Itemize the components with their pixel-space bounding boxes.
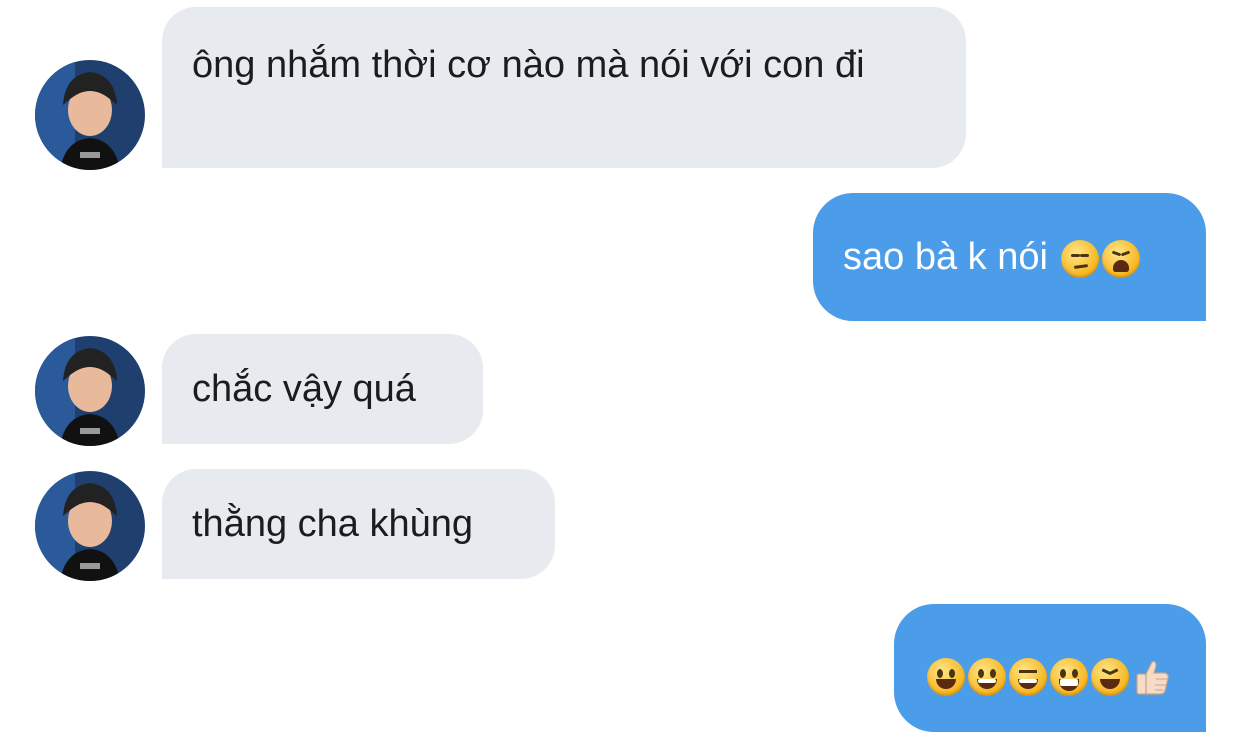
unamused-face-icon (1061, 239, 1100, 278)
grinning-smiling-eyes-icon (1009, 657, 1047, 696)
message-text: sao bà k nói (843, 236, 1048, 278)
smiley-face-icon (927, 657, 965, 696)
message-bubble-outgoing[interactable] (894, 604, 1206, 732)
contact-avatar[interactable] (35, 60, 145, 170)
squinting-face-icon (1091, 657, 1129, 696)
message-bubble-incoming[interactable]: chắc vậy quá (162, 334, 483, 444)
weary-face-icon (1102, 239, 1141, 278)
message-bubble-incoming[interactable]: thằng cha khùng (162, 469, 555, 579)
message-text: thằng cha khùng (192, 503, 474, 545)
thumbs-up-icon (1132, 657, 1172, 697)
message-bubble-outgoing[interactable]: sao bà k nói (813, 193, 1206, 321)
beaming-face-icon (1050, 657, 1088, 696)
message-text: chắc vậy quá (192, 368, 416, 410)
message-bubble-incoming[interactable]: ông nhắm thời cơ nào mà nói với con đi (162, 7, 966, 168)
message-text: ông nhắm thời cơ nào mà nói với con đi (192, 44, 865, 86)
grinning-face-icon (968, 657, 1006, 696)
contact-avatar[interactable] (35, 336, 145, 446)
contact-avatar[interactable] (35, 471, 145, 581)
